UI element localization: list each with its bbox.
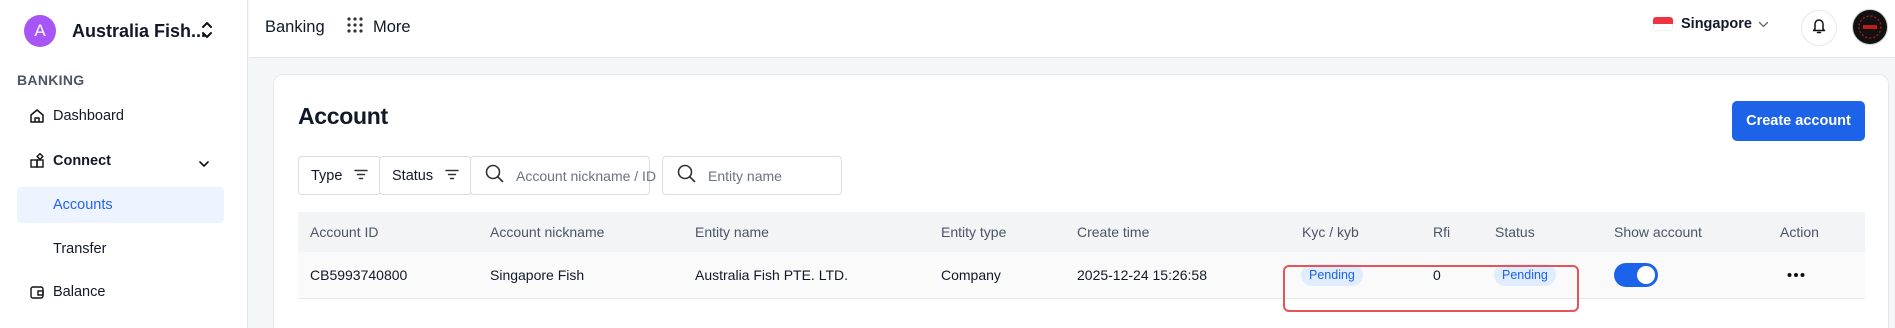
show-account-toggle[interactable]	[1614, 263, 1658, 287]
column-header: Account ID	[310, 224, 379, 240]
nav-banking[interactable]: Banking	[265, 18, 325, 37]
filter-type-button[interactable]: Type	[298, 156, 382, 195]
column-header: Kyc / kyb	[1302, 224, 1359, 240]
sidebar-item-label: Accounts	[53, 197, 113, 213]
sidebar-item-label: Dashboard	[53, 108, 124, 124]
cell-account-id: CB5993740800	[310, 267, 408, 283]
cell-entity-type: Company	[941, 267, 1001, 283]
sidebar-item-transfer[interactable]: Transfer	[17, 231, 224, 267]
chevron-down-icon	[1758, 16, 1769, 32]
row-actions-button[interactable]	[1784, 265, 1808, 285]
search-icon	[485, 164, 504, 188]
cell-create-time: 2025-12-24 15:26:58	[1077, 267, 1207, 283]
filter-icon	[445, 168, 459, 184]
column-header: Status	[1495, 224, 1535, 240]
org-switcher[interactable]: A Australia Fish...	[24, 14, 224, 48]
wallet-icon	[29, 284, 45, 304]
column-header: Entity type	[941, 224, 1007, 240]
column-header: Action	[1780, 224, 1819, 240]
status-badge: Pending	[1494, 264, 1556, 286]
chevron-down-icon	[198, 156, 210, 172]
home-icon	[29, 108, 45, 128]
user-avatar[interactable]	[1852, 9, 1888, 45]
bell-icon	[1811, 17, 1827, 39]
entity-name-input[interactable]	[708, 167, 868, 184]
cell-account-nickname: Singapore Fish	[490, 267, 585, 283]
entity-name-search[interactable]	[662, 156, 868, 195]
filter-status-button[interactable]: Status	[379, 156, 473, 195]
nav-more[interactable]: More	[347, 17, 411, 38]
filter-status-label: Status	[392, 167, 434, 184]
toggle-knob	[1637, 266, 1655, 284]
org-name: Australia Fish...	[72, 20, 207, 41]
sidebar-item-balance[interactable]: Balance	[17, 274, 224, 310]
column-header: Rfi	[1433, 224, 1451, 240]
table-header: Account ID Account nickname Entity name …	[298, 212, 1865, 252]
region-selector[interactable]: Singapore	[1653, 16, 1769, 32]
sidebar-item-label: Balance	[53, 284, 106, 300]
account-nickname-input[interactable]	[516, 167, 676, 184]
sidebar-item-connect[interactable]: Connect	[17, 143, 224, 179]
connect-icon	[29, 152, 45, 173]
more-horizontal-icon	[1787, 273, 1805, 277]
sidebar: A Australia Fish... BANKING Dashboard Co…	[0, 0, 248, 328]
nav-more-label: More	[373, 18, 411, 36]
page-title: Account	[298, 103, 388, 129]
sidebar-item-accounts[interactable]: Accounts	[17, 187, 224, 223]
account-nickname-search[interactable]	[470, 156, 676, 195]
top-bar: Banking More Singapore	[249, 0, 1895, 58]
search-icon	[677, 164, 696, 188]
column-header: Entity name	[695, 224, 769, 240]
create-account-button[interactable]: Create account	[1732, 101, 1865, 141]
notifications-button[interactable]	[1801, 10, 1837, 46]
filter-icon	[354, 168, 369, 184]
accounts-card: Account Create account Type Status Accou…	[273, 74, 1889, 328]
column-header: Account nickname	[490, 224, 605, 240]
cell-entity-name: Australia Fish PTE. LTD.	[695, 267, 849, 283]
region-label: Singapore	[1681, 16, 1752, 32]
org-avatar: A	[24, 15, 56, 47]
cell-rfi: 0	[1433, 267, 1441, 283]
avatar-logo-icon	[1858, 15, 1882, 39]
grid-icon	[347, 17, 363, 38]
table-row[interactable]: CB5993740800 Singapore Fish Australia Fi…	[298, 252, 1865, 299]
section-label-banking: BANKING	[17, 72, 85, 88]
sidebar-item-label: Transfer	[53, 241, 107, 257]
filter-type-label: Type	[311, 167, 343, 184]
sidebar-item-dashboard[interactable]: Dashboard	[17, 98, 224, 134]
kyc-status-badge: Pending	[1301, 264, 1363, 286]
singapore-flag-icon	[1653, 17, 1673, 31]
chevron-up-down-icon	[200, 20, 214, 45]
column-header: Show account	[1614, 224, 1702, 240]
sidebar-item-label: Connect	[53, 153, 111, 169]
column-header: Create time	[1077, 224, 1150, 240]
